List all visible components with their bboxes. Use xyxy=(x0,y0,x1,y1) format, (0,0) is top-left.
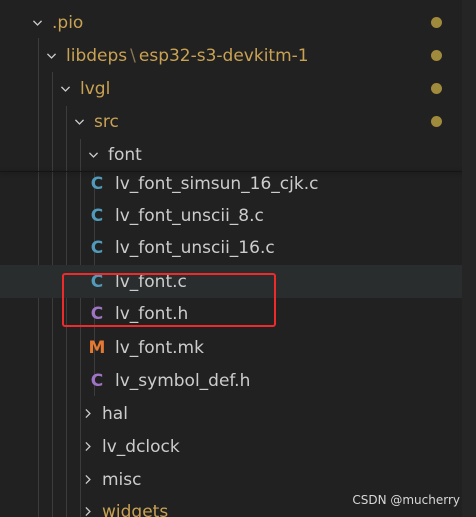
makefile-icon: M xyxy=(88,337,106,358)
folder-label: font xyxy=(108,144,142,165)
annotation-highlight-box xyxy=(62,273,276,327)
folder-hal[interactable]: hal xyxy=(0,397,476,430)
file-lv-font-unscii-8-c[interactable]: C lv_font_unscii_8.c xyxy=(0,199,476,232)
folder-misc[interactable]: misc xyxy=(0,463,476,496)
file-explorer-tree: .pio libdeps \ esp32-s3-devkitm-1 lvgl s… xyxy=(0,0,476,517)
folder-label: .pio xyxy=(52,12,84,33)
folder-label: misc xyxy=(102,469,142,490)
folder-src[interactable]: src xyxy=(0,105,476,138)
folder-label-libdeps: libdeps xyxy=(66,45,128,66)
c-file-icon: C xyxy=(90,173,104,194)
c-file-icon: C xyxy=(90,205,104,226)
modified-dot-icon xyxy=(431,50,442,61)
folder-label: hal xyxy=(102,403,128,424)
folder-label: widgets xyxy=(102,501,169,517)
chevron-right-icon xyxy=(78,463,96,496)
path-separator: \ xyxy=(130,45,136,66)
c-file-icon: C xyxy=(90,237,104,258)
chevron-down-icon xyxy=(28,6,46,39)
file-label: lv_font.mk xyxy=(115,337,204,358)
modified-dot-icon xyxy=(431,116,442,127)
chevron-right-icon xyxy=(78,430,96,463)
folder-pio[interactable]: .pio xyxy=(0,6,476,39)
folder-label: lvgl xyxy=(80,78,111,99)
folder-libdeps-esp32[interactable]: libdeps \ esp32-s3-devkitm-1 xyxy=(0,39,476,72)
c-header-file-icon: C xyxy=(90,370,104,391)
folder-label: lv_dclock xyxy=(102,436,180,457)
file-label: lv_font_unscii_8.c xyxy=(115,205,264,226)
chevron-down-icon xyxy=(56,72,74,105)
folder-label: src xyxy=(94,111,119,132)
chevron-down-icon xyxy=(42,39,60,72)
watermark: CSDN @mucherry xyxy=(352,493,460,507)
file-label: lv_font_unscii_16.c xyxy=(115,237,275,258)
chevron-right-icon xyxy=(78,397,96,430)
folder-lv-dclock[interactable]: lv_dclock xyxy=(0,430,476,463)
file-lv-font-mk[interactable]: M lv_font.mk xyxy=(0,331,476,364)
chevron-down-icon xyxy=(70,105,88,138)
file-label: lv_symbol_def.h xyxy=(115,370,251,391)
file-lv-font-unscii-16-c[interactable]: C lv_font_unscii_16.c xyxy=(0,231,476,264)
folder-label-esp32: esp32-s3-devkitm-1 xyxy=(138,45,309,66)
vertical-scrollbar[interactable] xyxy=(462,0,476,517)
file-lv-symbol-def-h[interactable]: C lv_symbol_def.h xyxy=(0,364,476,397)
modified-dot-icon xyxy=(431,83,442,94)
chevron-right-icon xyxy=(78,495,96,517)
modified-dot-icon xyxy=(431,17,442,28)
folder-lvgl[interactable]: lvgl xyxy=(0,72,476,105)
file-lv-font-simsun-16-cjk-c[interactable]: C lv_font_simsun_16_cjk.c xyxy=(0,167,476,200)
file-label: lv_font_simsun_16_cjk.c xyxy=(115,173,319,194)
